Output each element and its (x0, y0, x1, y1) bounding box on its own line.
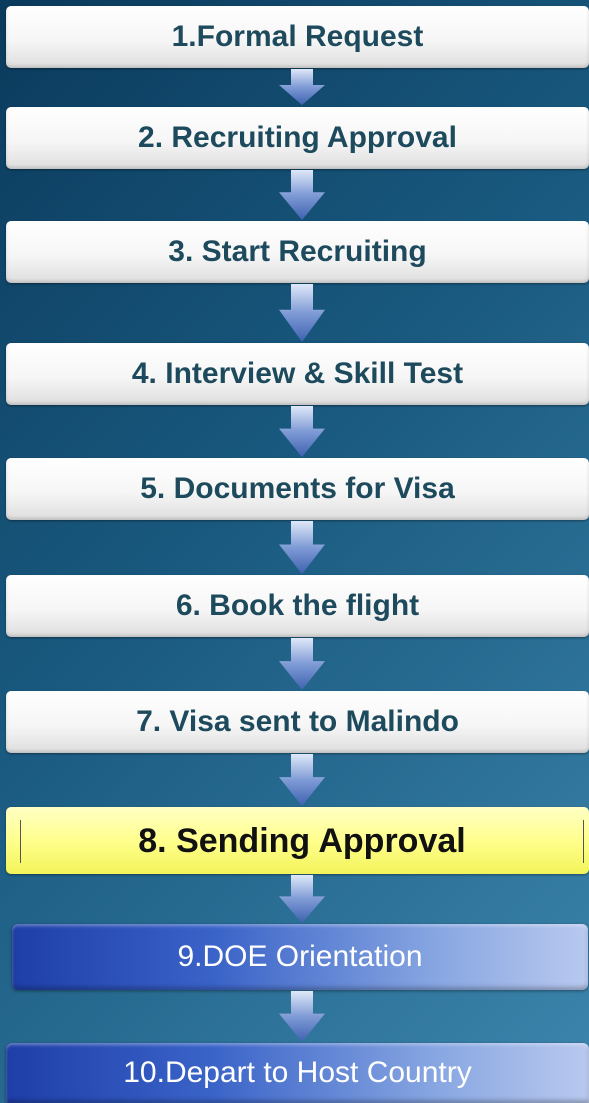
flow-step-7: 7. Visa sent to Malindo (6, 691, 589, 753)
flow-step-6: 6. Book the flight (6, 575, 589, 637)
flow-step-2: 2. Recruiting Approval (6, 107, 589, 169)
down-arrow-icon (279, 638, 325, 690)
flow-step-label: 4. Interview & Skill Test (131, 357, 464, 390)
down-arrow-icon (279, 875, 325, 923)
flow-step-1: 1.Formal Request (6, 6, 589, 68)
flow-step-label: 8. Sending Approval (138, 822, 466, 860)
flow-step-8-highlighted: 8. Sending Approval (6, 807, 589, 874)
flow-step-label: 9.DOE Orientation (177, 940, 423, 973)
down-arrow-icon (279, 521, 325, 574)
flow-step-label: 7. Visa sent to Malindo (136, 705, 459, 738)
flow-step-5: 5. Documents for Visa (6, 458, 589, 520)
flow-step-label: 3. Start Recruiting (168, 235, 427, 268)
down-arrow-icon (279, 754, 325, 806)
flow-step-10: 10.Depart to Host Country (6, 1043, 589, 1103)
flow-step-label: 5. Documents for Visa (140, 472, 455, 505)
flow-step-3: 3. Start Recruiting (6, 221, 589, 283)
down-arrow-icon (279, 69, 325, 105)
down-arrow-icon (279, 406, 325, 457)
flow-step-9: 9.DOE Orientation (12, 924, 588, 990)
down-arrow-icon (279, 991, 325, 1042)
flow-step-label: 6. Book the flight (175, 589, 420, 622)
down-arrow-icon (279, 170, 325, 220)
flow-step-label: 2. Recruiting Approval (138, 121, 457, 154)
down-arrow-icon (279, 284, 325, 342)
flow-step-4: 4. Interview & Skill Test (6, 343, 589, 405)
flow-step-label: 10.Depart to Host Country (123, 1056, 472, 1089)
flow-step-label: 1.Formal Request (171, 20, 424, 53)
